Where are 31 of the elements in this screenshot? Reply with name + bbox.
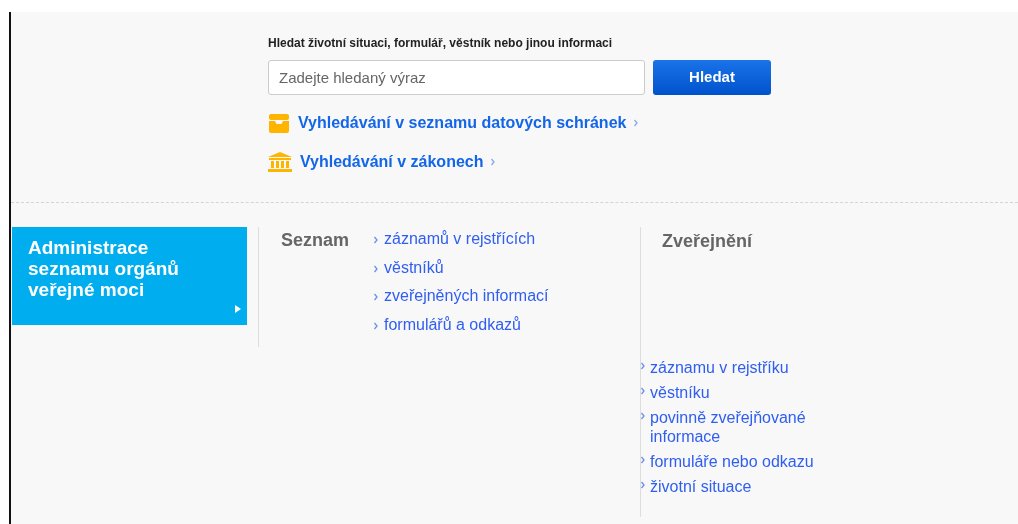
list-link[interactable]: záznamů v rejstřících bbox=[384, 227, 536, 251]
publish-link[interactable]: formuláře nebo odkazu bbox=[650, 452, 830, 471]
section-heading: Seznam bbox=[281, 229, 351, 252]
tray-icon bbox=[268, 113, 290, 133]
chevron-icon bbox=[374, 236, 378, 244]
publish-link[interactable]: povinně zveřejňované informace bbox=[650, 408, 830, 446]
chevron-icon bbox=[641, 387, 645, 395]
search-button[interactable]: Hledat bbox=[653, 60, 771, 95]
chevron-icon bbox=[634, 119, 639, 127]
publish-link[interactable]: záznamu v rejstříku bbox=[650, 358, 830, 377]
chevron-icon bbox=[491, 158, 496, 166]
chevron-icon bbox=[374, 264, 378, 273]
search-link[interactable]: Vyhledávání v seznamu datových schránek bbox=[298, 111, 627, 135]
publish-link[interactable]: životní situace bbox=[650, 477, 830, 496]
triangle-icon bbox=[235, 305, 241, 313]
chevron-icon bbox=[641, 412, 645, 420]
list-link[interactable]: věstníků bbox=[384, 255, 444, 280]
search-link[interactable]: Vyhledávání v zákonech bbox=[300, 150, 484, 174]
list-link[interactable]: formulářů a odkazů bbox=[384, 312, 521, 337]
chevron-icon bbox=[374, 321, 378, 330]
publish-link[interactable]: věstníku bbox=[650, 383, 830, 402]
search-label: Hledat životní situaci, formulář, věstník nebo jinou informaci bbox=[268, 35, 614, 52]
chevron-icon bbox=[641, 481, 645, 489]
chevron-icon bbox=[641, 456, 645, 464]
section-heading: Zveřejnění bbox=[662, 230, 754, 253]
chevron-icon bbox=[641, 362, 645, 370]
tile-title: Administrace seznamu orgánů veřejné moci bbox=[28, 237, 180, 300]
list-link[interactable]: zveřejněných informací bbox=[384, 284, 549, 308]
building-icon bbox=[268, 152, 292, 172]
search-field[interactable]: Zadejte hledaný výraz bbox=[268, 60, 645, 95]
chevron-icon bbox=[374, 293, 378, 301]
